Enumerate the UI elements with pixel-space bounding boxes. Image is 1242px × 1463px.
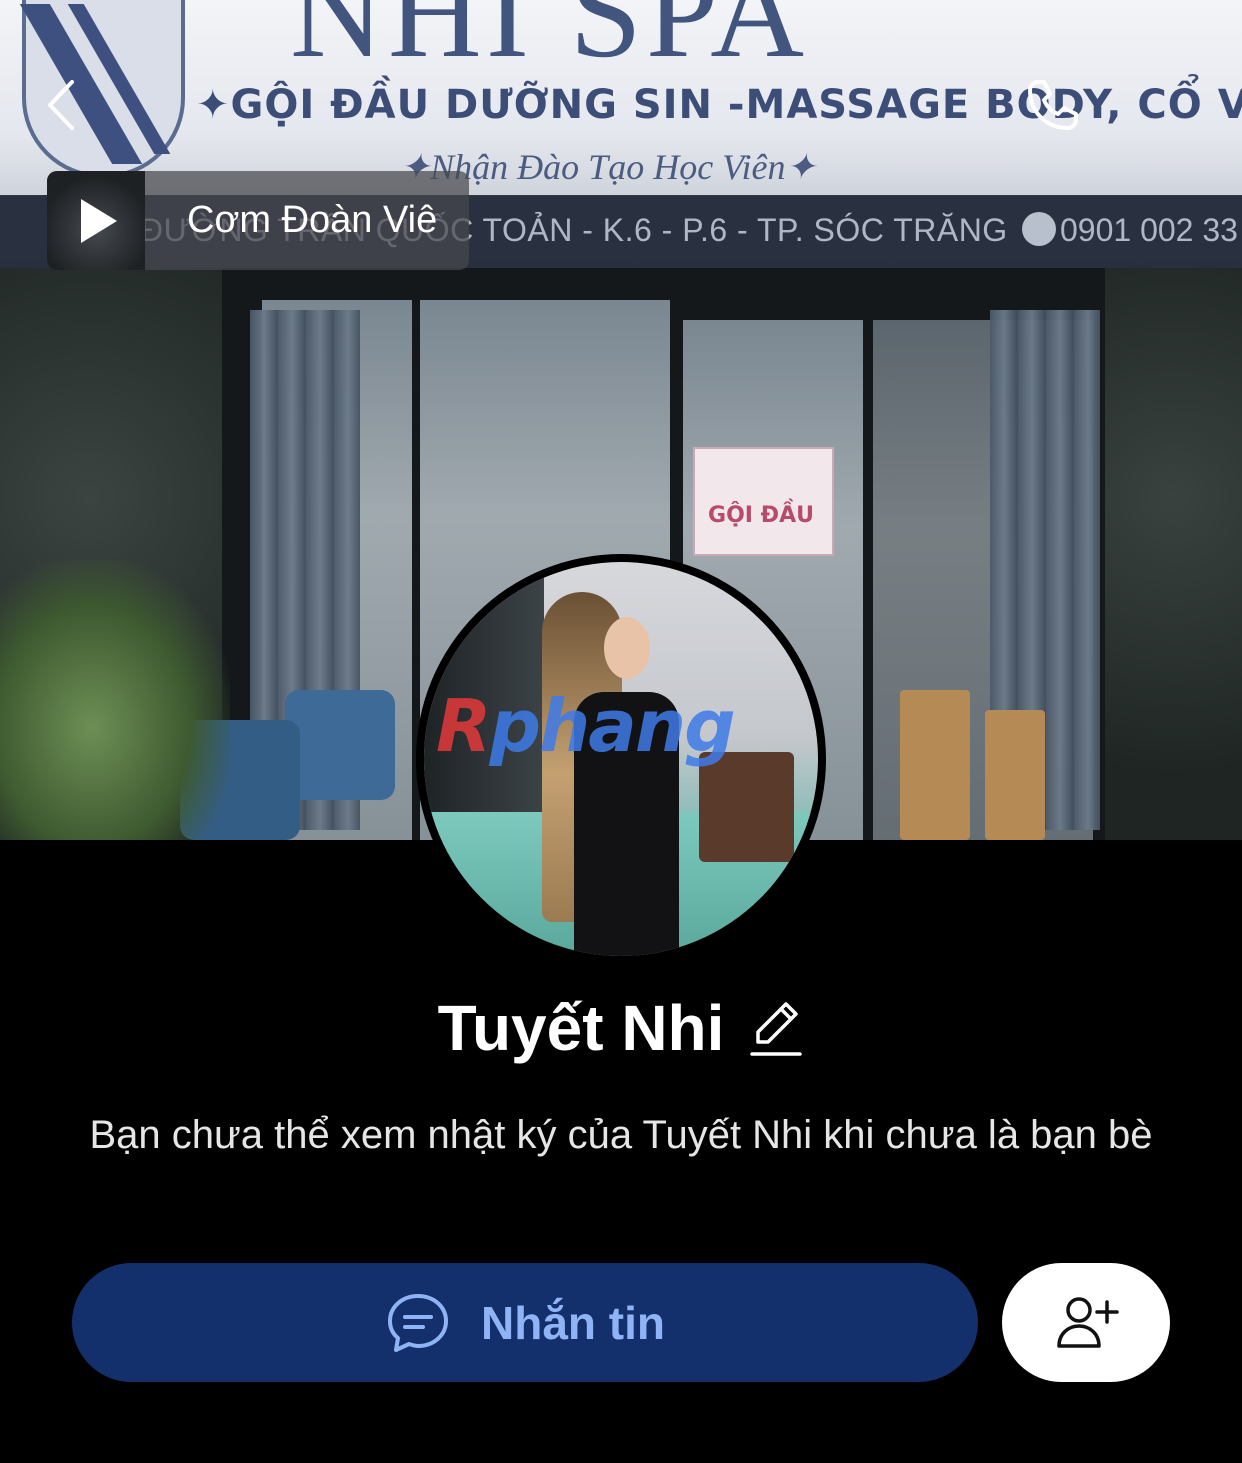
phone-badge-icon xyxy=(1022,212,1056,246)
chair xyxy=(985,710,1045,840)
call-button[interactable] xyxy=(1018,70,1088,140)
avatar-person-face xyxy=(604,617,650,679)
profile-music-chip[interactable]: Cơm Đoàn Viê xyxy=(47,171,469,270)
avatar-photo: Rphang xyxy=(424,562,818,956)
watermark-r: R xyxy=(436,684,491,768)
add-user-icon xyxy=(1057,1296,1119,1348)
poster xyxy=(693,447,834,556)
chair xyxy=(900,690,970,840)
sign-title: NHI SPA xyxy=(290,0,809,85)
music-thumbnail xyxy=(47,171,145,270)
sofa xyxy=(285,690,395,800)
privacy-notice: Bạn chưa thể xem nhật ký của Tuyết Nhi k… xyxy=(89,1113,1153,1157)
poster-text: GỘI ĐẦU xyxy=(708,503,814,528)
profile-name: Tuyết Nhi xyxy=(437,992,725,1064)
chat-bubble-icon xyxy=(388,1293,448,1352)
play-icon xyxy=(81,199,117,243)
back-button[interactable] xyxy=(28,70,98,140)
music-title: Cơm Đoàn Viê xyxy=(187,199,438,241)
profile-page: GỘI ĐẦU NHI SPA ✦GỘI ĐẦU DƯỠNG SIN -MASS… xyxy=(0,0,1242,1463)
message-button[interactable]: Nhắn tin xyxy=(72,1263,978,1382)
avatar-bg-cart xyxy=(699,752,794,862)
phone-icon xyxy=(1028,80,1078,130)
profile-name-row: Tuyết Nhi xyxy=(0,990,1242,1070)
message-button-label: Nhắn tin xyxy=(481,1296,665,1349)
chevron-left-icon xyxy=(48,80,74,130)
add-friend-button[interactable] xyxy=(1002,1263,1170,1382)
plant xyxy=(0,560,230,840)
wall-right xyxy=(1105,268,1242,840)
address-phone: 0901 002 33 xyxy=(1060,212,1238,248)
watermark-logo: Rphang xyxy=(436,684,736,768)
pencil-icon[interactable] xyxy=(748,996,804,1060)
profile-avatar[interactable]: Rphang xyxy=(416,554,826,964)
watermark-rest: phang xyxy=(489,684,735,768)
name-row-inner: Tuyết Nhi xyxy=(438,990,805,1066)
